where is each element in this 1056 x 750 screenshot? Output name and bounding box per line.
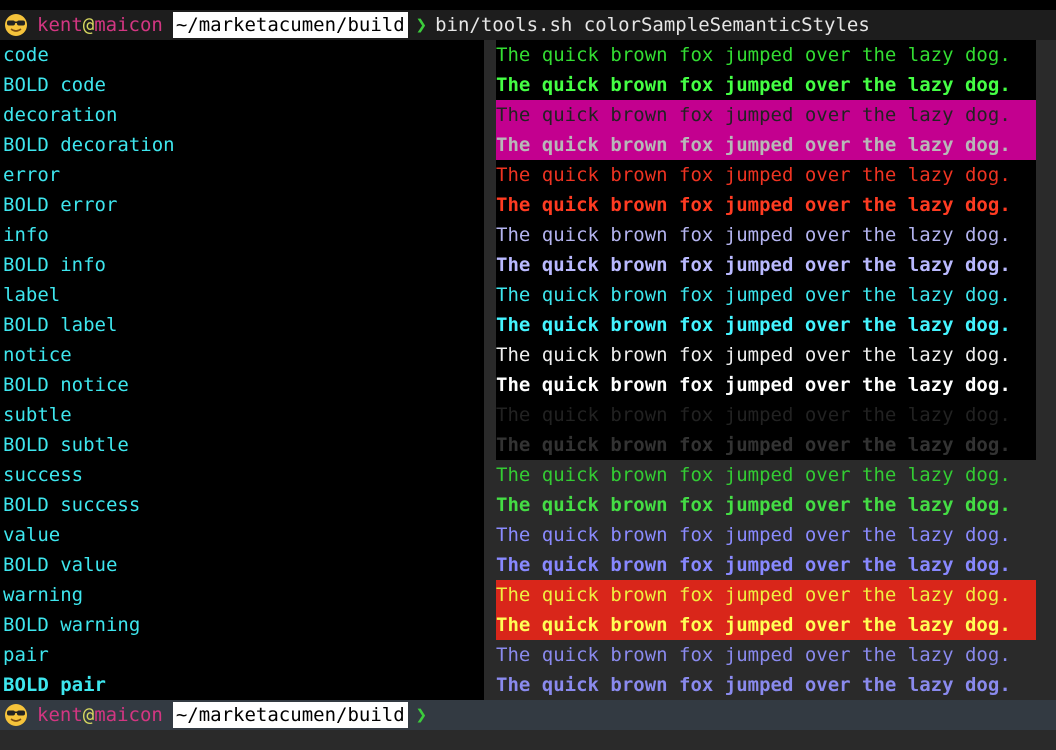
sample-text: The quick brown fox jumped over the lazy…: [496, 520, 1036, 550]
style-label: subtle: [3, 404, 72, 426]
prompt-at-sign: @: [82, 14, 95, 36]
style-label: BOLD decoration: [3, 134, 175, 156]
sample-text: The quick brown fox jumped over the lazy…: [496, 190, 1036, 220]
sample-text: The quick brown fox jumped over the lazy…: [496, 550, 1036, 580]
sample-text: The quick brown fox jumped over the lazy…: [496, 250, 1036, 280]
sunglasses-face-icon: [3, 13, 29, 37]
style-label: BOLD notice: [3, 374, 129, 396]
style-label: error: [3, 164, 61, 186]
prompt-username: kent: [37, 14, 83, 36]
style-label: BOLD code: [3, 74, 106, 96]
prompt-at-sign: @: [82, 704, 95, 726]
sample-text: The quick brown fox jumped over the lazy…: [496, 310, 1036, 340]
sample-text: The quick brown fox jumped over the lazy…: [496, 610, 1036, 640]
style-label: BOLD value: [3, 554, 118, 576]
sample-text: The quick brown fox jumped over the lazy…: [496, 130, 1036, 160]
sample-text: The quick brown fox jumped over the lazy…: [496, 460, 1036, 490]
style-label: label: [3, 284, 61, 306]
sample-text: The quick brown fox jumped over the lazy…: [496, 40, 1036, 70]
top-prompt-line: kent @ maicon ~/marketacumen/build ❯ bin/t…: [0, 10, 1056, 40]
sample-text: The quick brown fox jumped over the lazy…: [496, 580, 1036, 610]
terminal-bottom-edge: [0, 730, 1056, 750]
style-label: warning: [3, 584, 84, 606]
prompt-username: kent: [37, 704, 83, 726]
style-label: pair: [3, 644, 49, 666]
sunglasses-face-icon: [3, 703, 29, 727]
style-label: value: [3, 524, 61, 546]
sample-text: The quick brown fox jumped over the lazy…: [496, 160, 1036, 190]
sample-text: The quick brown fox jumped over the lazy…: [496, 70, 1036, 100]
bottom-prompt-line[interactable]: kent @ maicon ~/marketacumen/build ❯: [0, 700, 1056, 730]
sample-text: The quick brown fox jumped over the lazy…: [496, 220, 1036, 250]
sample-text: The quick brown fox jumped over the lazy…: [496, 340, 1036, 370]
prompt-hostname: maicon: [94, 14, 163, 36]
style-label: info: [3, 224, 49, 246]
style-label: BOLD success: [3, 494, 141, 516]
style-label: code: [3, 44, 49, 66]
style-label: decoration: [3, 104, 118, 126]
sample-text: The quick brown fox jumped over the lazy…: [496, 400, 1036, 430]
prompt-hostname: maicon: [94, 704, 163, 726]
sample-text: The quick brown fox jumped over the lazy…: [496, 670, 1036, 700]
style-label: BOLD warning: [3, 614, 141, 636]
prompt-path: ~/marketacumen/build: [172, 12, 408, 38]
sample-text: The quick brown fox jumped over the lazy…: [496, 430, 1036, 460]
prompt-chevron-icon: ❯: [415, 14, 428, 36]
prompt-path: ~/marketacumen/build: [172, 702, 408, 728]
style-label: BOLD error: [3, 194, 118, 216]
style-label: BOLD info: [3, 254, 106, 276]
style-label: BOLD label: [3, 314, 118, 336]
style-label: BOLD pair: [3, 674, 106, 696]
sample-text: The quick brown fox jumped over the lazy…: [496, 280, 1036, 310]
prompt-chevron-icon: ❯: [415, 704, 428, 726]
sample-text: The quick brown fox jumped over the lazy…: [496, 490, 1036, 520]
sample-text: The quick brown fox jumped over the lazy…: [496, 370, 1036, 400]
sample-text: The quick brown fox jumped over the lazy…: [496, 100, 1036, 130]
style-label: BOLD subtle: [3, 434, 129, 456]
command-text: bin/tools.sh colorSampleSemanticStyles: [435, 14, 870, 36]
style-label: notice: [3, 344, 72, 366]
style-label: success: [3, 464, 84, 486]
sample-text: The quick brown fox jumped over the lazy…: [496, 640, 1036, 670]
